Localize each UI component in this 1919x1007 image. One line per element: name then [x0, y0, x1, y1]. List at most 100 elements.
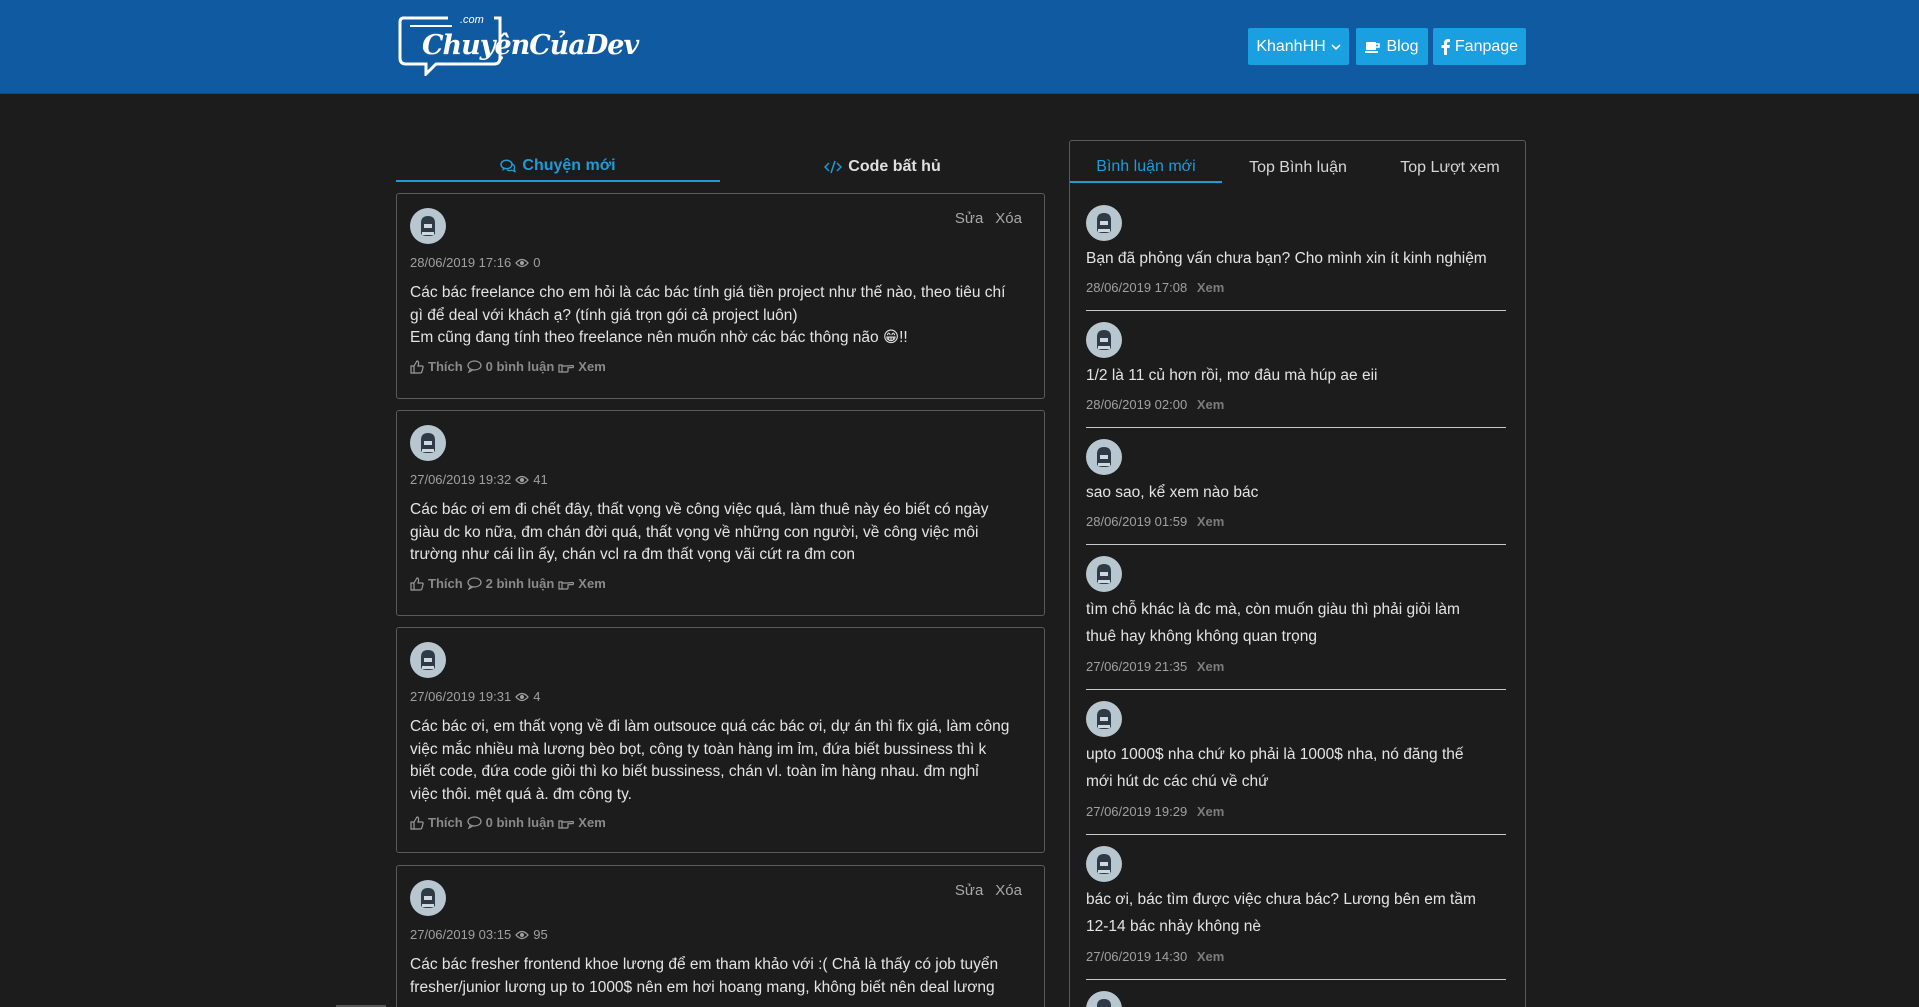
chevron-down-icon — [1331, 43, 1341, 51]
comment-meta: 27/06/2019 14:30 Xem — [1086, 949, 1224, 964]
post-content: Các bác freelance cho em hỏi là các bác … — [410, 282, 1035, 350]
avatar[interactable] — [410, 425, 446, 461]
comment-text-line: sao sao, kể xem nào bác — [1086, 484, 1259, 501]
comment-text: sao sao, kể xem nào bác — [1086, 479, 1506, 506]
divider — [1086, 427, 1506, 428]
fanpage-label: Fanpage — [1454, 37, 1519, 55]
comments-sidebar: Bình luận mới Top Bình luận Top Lượt xem… — [1069, 140, 1526, 1007]
avatar[interactable] — [1086, 439, 1122, 475]
tab-top-binh-luan[interactable]: Top Bình luận — [1222, 153, 1374, 183]
divider — [1086, 544, 1506, 545]
coffee-cup-icon — [1365, 40, 1381, 54]
avatar[interactable] — [1086, 701, 1122, 737]
comment-view-link[interactable]: Xem — [1197, 514, 1224, 529]
comment-text-line: thuê hay không không quan trọng — [1086, 628, 1317, 645]
tab-chuyen-moi-label: Chuyện mới — [522, 157, 616, 174]
facebook-icon — [1441, 38, 1450, 55]
comment-view-link[interactable]: Xem — [1197, 280, 1224, 295]
tab-top-luot-xem[interactable]: Top Lượt xem — [1374, 153, 1526, 183]
comment-view-link[interactable]: Xem — [1197, 659, 1224, 674]
avatar[interactable] — [1086, 556, 1122, 592]
logo-com-text: .com — [460, 14, 484, 26]
delete-post-link[interactable]: Xóa — [995, 210, 1022, 227]
comment-time: 27/06/2019 21:35 — [1086, 659, 1188, 674]
avatar[interactable] — [1086, 846, 1122, 882]
post-footer: Thích 0 bình luận Xem — [410, 815, 606, 830]
post-text-line: Các bác freelance cho em hỏi là các bác … — [410, 284, 1006, 301]
comment-text: tìm chỗ khác là đc mà, còn muốn giàu thì… — [1086, 596, 1506, 650]
comment-meta: 27/06/2019 21:35 Xem — [1086, 659, 1224, 674]
divider — [1086, 834, 1506, 835]
comment-text-line: mới hút dc các chú về chứ — [1086, 773, 1269, 790]
avatar[interactable] — [410, 642, 446, 678]
post-content: Các bác ơi, em thất vọng về đi làm outso… — [410, 716, 1035, 806]
eye-icon — [515, 930, 530, 940]
avatar[interactable] — [1086, 322, 1122, 358]
tab-binh-luan-moi[interactable]: Bình luận mới — [1070, 153, 1222, 183]
tab-code-bat-hu-label: Code bất hủ — [848, 158, 941, 175]
post-card: 27/06/2019 19:31 4 Các bác ơi, em thất v… — [396, 627, 1045, 853]
comment-text: upto 1000$ nha chứ ko phải là 1000$ nha,… — [1086, 741, 1506, 795]
blog-button[interactable]: Blog — [1356, 28, 1428, 65]
avatar[interactable] — [410, 880, 446, 916]
comments-link[interactable]: 2 bình luận — [486, 576, 555, 591]
user-menu-button[interactable]: KhanhHH — [1248, 28, 1349, 65]
tab-chuyen-moi[interactable]: Chuyện mới — [396, 152, 720, 182]
delete-post-link[interactable]: Xóa — [995, 882, 1022, 899]
edit-post-link[interactable]: Sửa — [955, 882, 983, 899]
edit-post-link[interactable]: Sửa — [955, 210, 983, 227]
post-meta: 27/06/2019 03:15 95 — [410, 927, 548, 942]
comment-icon — [467, 360, 482, 373]
view-post-link[interactable]: Xem — [578, 815, 605, 830]
comment-text-line: 12-14 bác nhảy không nè — [1086, 918, 1261, 935]
avatar[interactable] — [410, 208, 446, 244]
comment-time: 27/06/2019 14:30 — [1086, 949, 1188, 964]
comments-link[interactable]: 0 bình luận — [486, 815, 555, 830]
comment-meta: 28/06/2019 01:59 Xem — [1086, 514, 1224, 529]
avatar[interactable] — [1086, 991, 1122, 1007]
comment-time: 28/06/2019 01:59 — [1086, 514, 1188, 529]
blog-label: Blog — [1386, 37, 1419, 55]
post-text-line: Em cũng đang tính theo freelance nên muố… — [410, 329, 908, 346]
thumbs-up-icon — [410, 576, 424, 591]
post-footer: Thích 0 bình luận Xem — [410, 359, 606, 374]
like-link[interactable]: Thích — [428, 359, 463, 374]
view-post-link[interactable]: Xem — [578, 576, 605, 591]
post-time: 27/06/2019 03:15 — [410, 927, 512, 942]
user-name: KhanhHH — [1256, 37, 1326, 55]
comment-view-link[interactable]: Xem — [1197, 397, 1224, 412]
comment-meta: 28/06/2019 02:00 Xem — [1086, 397, 1224, 412]
post-time: 27/06/2019 19:31 — [410, 689, 512, 704]
comment-view-link[interactable]: Xem — [1197, 949, 1224, 964]
comments-icon — [500, 159, 517, 173]
post-text-line: trường như cái lìn ấy, chán vcl ra đm th… — [410, 546, 856, 563]
hand-pointer-icon — [558, 361, 575, 373]
comments-link[interactable]: 0 bình luận — [486, 359, 555, 374]
post-view-count: 0 — [533, 255, 541, 270]
post-content: Các bác ơi em đi chết đây, thất vọng về … — [410, 499, 1035, 567]
comment-text-line: Bạn đã phỏng vấn chưa bạn? Cho mình xin … — [1086, 250, 1487, 267]
like-link[interactable]: Thích — [428, 815, 463, 830]
comment-text-line: tìm chỗ khác là đc mà, còn muốn giàu thì… — [1086, 601, 1460, 618]
site-logo[interactable]: .com ChuyệnCủaDev — [396, 12, 639, 76]
post-view-count: 95 — [533, 927, 548, 942]
post-text-line: Các bác ơi, em thất vọng về đi làm outso… — [410, 718, 1010, 735]
comment-text-line: bác ơi, bác tìm được việc chưa bác? Lươn… — [1086, 891, 1476, 908]
divider — [1086, 310, 1506, 311]
tab-code-bat-hu[interactable]: Code bất hủ — [720, 152, 1045, 182]
post-text-line: việc thôi. mệt quá à. đm công ty. — [410, 785, 632, 803]
view-post-link[interactable]: Xem — [578, 359, 605, 374]
comment-text-line: upto 1000$ nha chứ ko phải là 1000$ nha,… — [1086, 746, 1464, 763]
post-view-count: 41 — [533, 472, 548, 487]
top-navbar: .com ChuyệnCủaDev KhanhHH Blog Fanpage — [0, 0, 1919, 94]
post-text-line: việc mắc nhiều mà lương bèo bọt, công ty… — [410, 740, 987, 758]
divider — [1086, 979, 1506, 980]
avatar[interactable] — [1086, 205, 1122, 241]
post-text-line: giàu dc ko nữa, đm chán đời quá, thất vọ… — [410, 523, 979, 541]
code-icon — [824, 160, 843, 174]
fanpage-button[interactable]: Fanpage — [1433, 28, 1526, 65]
like-link[interactable]: Thích — [428, 576, 463, 591]
post-time: 27/06/2019 19:32 — [410, 472, 512, 487]
divider — [1086, 689, 1506, 690]
comment-view-link[interactable]: Xem — [1197, 804, 1224, 819]
